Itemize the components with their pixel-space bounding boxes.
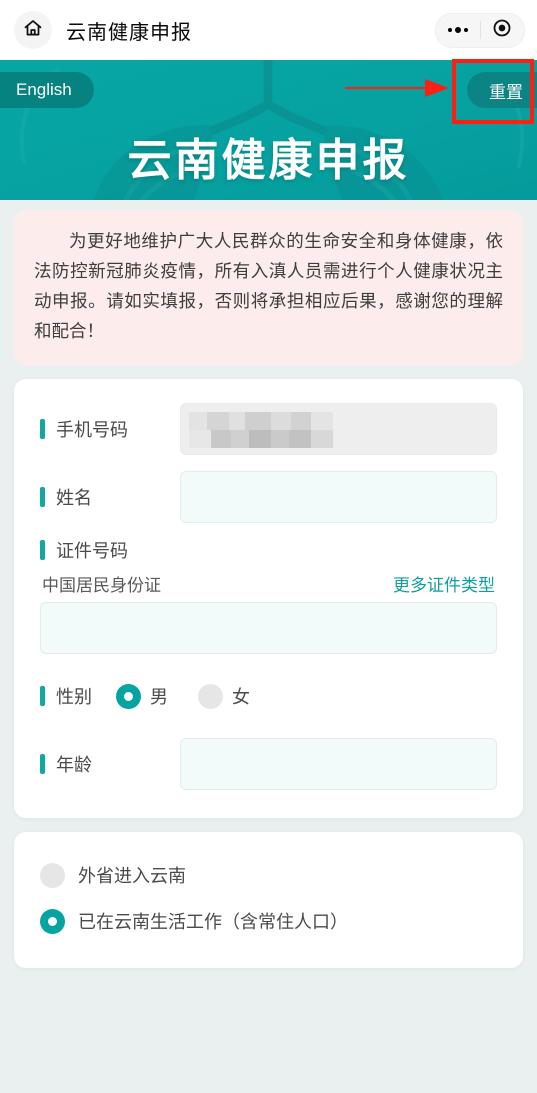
name-label-wrap: 姓名 bbox=[40, 484, 180, 510]
more-id-types-link[interactable]: 更多证件类型 bbox=[393, 571, 495, 596]
gender-label: 性别 bbox=[56, 687, 92, 709]
gender-label-wrap: 性别 bbox=[40, 683, 92, 709]
gender-option-male-label: 男 bbox=[150, 687, 168, 709]
phone-label-wrap: 手机号码 bbox=[40, 416, 180, 442]
travel-status-card: 外省进入云南 已在云南生活工作（含常住人口） bbox=[14, 832, 523, 969]
close-miniprogram-button[interactable] bbox=[481, 18, 525, 43]
navbar: 云南健康申报 bbox=[0, 0, 537, 60]
name-label: 姓名 bbox=[56, 488, 92, 510]
travel-option-from-other-province-label: 外省进入云南 bbox=[78, 866, 186, 888]
radio-unselected-icon[interactable] bbox=[40, 862, 65, 888]
form-row-name: 姓名 bbox=[40, 469, 497, 525]
travel-option-living-in-yunnan[interactable]: 已在云南生活工作（含常住人口） bbox=[40, 898, 497, 944]
id-number-label: 证件号码 bbox=[56, 541, 128, 563]
personal-info-card: 手机号码 姓名 证件号码 中国居民身份证 更多证件类型 性别 男 女 年龄 bbox=[14, 379, 523, 819]
required-marker-icon bbox=[40, 754, 45, 775]
id-number-label-wrap: 证件号码 bbox=[40, 537, 497, 563]
gender-option-female[interactable]: 女 bbox=[198, 683, 250, 709]
form-row-phone: 手机号码 bbox=[40, 401, 497, 457]
red-arrow-right-icon bbox=[345, 79, 449, 97]
redaction-blur-overlay bbox=[189, 412, 344, 449]
radio-unselected-icon[interactable] bbox=[198, 683, 223, 709]
id-number-input[interactable] bbox=[40, 602, 497, 655]
form-row-age: 年龄 bbox=[40, 736, 497, 792]
banner-title: 云南健康申报 bbox=[127, 135, 410, 186]
required-marker-icon bbox=[40, 419, 45, 440]
annotation-highlight-box bbox=[452, 59, 534, 124]
age-input[interactable] bbox=[180, 738, 497, 791]
travel-option-from-other-province[interactable]: 外省进入云南 bbox=[40, 852, 497, 898]
phone-label: 手机号码 bbox=[56, 420, 128, 442]
annotation-arrow bbox=[345, 76, 450, 105]
radio-selected-icon[interactable] bbox=[116, 683, 141, 709]
id-type-row: 中国居民身份证 更多证件类型 bbox=[40, 571, 497, 596]
home-icon bbox=[23, 18, 43, 43]
target-circle-icon bbox=[492, 18, 512, 43]
page-title: 云南健康申报 bbox=[66, 19, 192, 44]
gender-option-male[interactable]: 男 bbox=[116, 683, 168, 709]
travel-option-living-in-yunnan-label: 已在云南生活工作（含常住人口） bbox=[78, 912, 348, 934]
language-toggle-button[interactable]: English bbox=[0, 72, 94, 108]
age-label: 年龄 bbox=[56, 755, 92, 777]
required-marker-icon bbox=[40, 540, 45, 561]
phone-input[interactable] bbox=[180, 403, 497, 456]
id-type-current: 中国居民身份证 bbox=[42, 576, 161, 597]
name-input[interactable] bbox=[180, 471, 497, 524]
gender-option-female-label: 女 bbox=[232, 687, 250, 709]
required-marker-icon bbox=[40, 686, 45, 707]
form-row-gender: 性别 男 女 bbox=[40, 668, 497, 724]
more-menu-button[interactable] bbox=[436, 27, 480, 33]
home-button[interactable] bbox=[14, 11, 52, 49]
gender-radio-group: 男 女 bbox=[116, 683, 266, 709]
miniprogram-capsule[interactable] bbox=[435, 12, 525, 48]
age-label-wrap: 年龄 bbox=[40, 751, 180, 777]
radio-selected-icon[interactable] bbox=[40, 908, 65, 934]
notice-banner: 为更好地维护广大人民群众的生命安全和身体健康，依法防控新冠肺炎疫情，所有入滇人员… bbox=[14, 210, 523, 366]
required-marker-icon bbox=[40, 487, 45, 508]
more-dots-icon bbox=[447, 27, 468, 33]
